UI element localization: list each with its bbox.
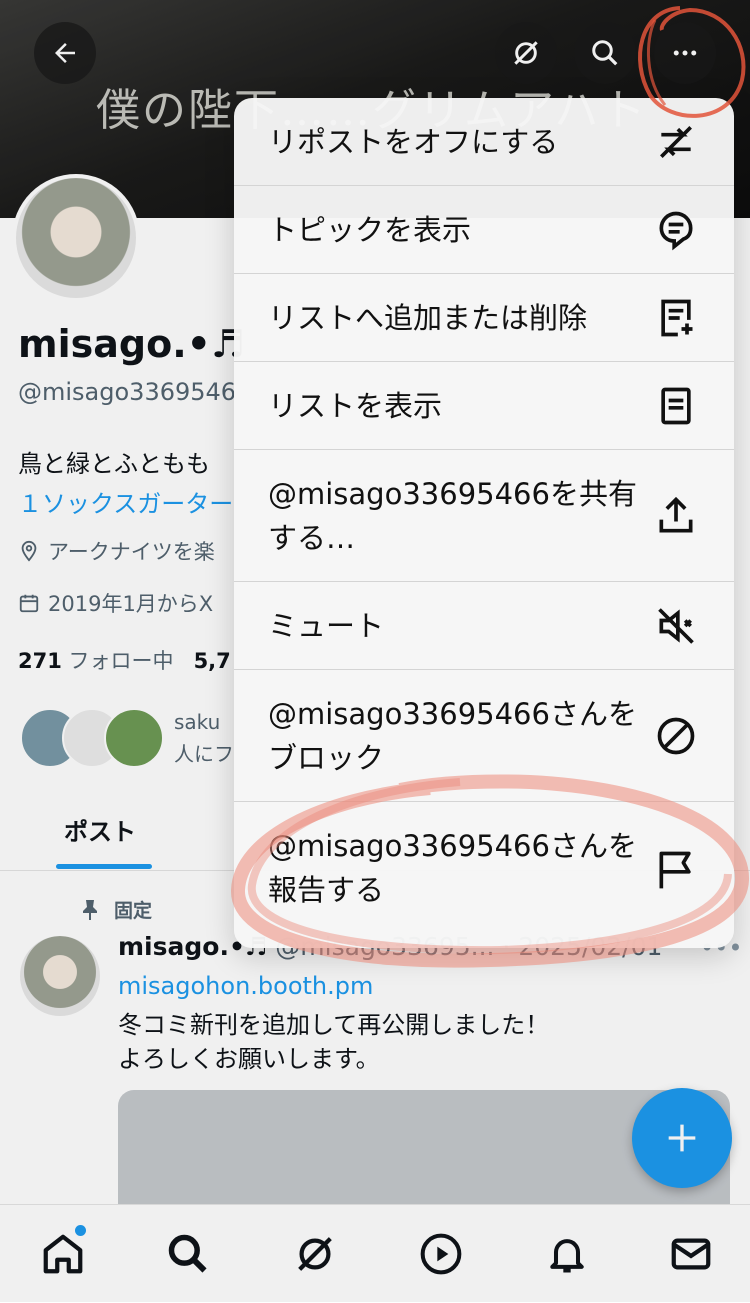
share-icon — [659, 496, 693, 533]
menu-item-list-add[interactable]: リストへ追加または削除 — [234, 274, 734, 362]
menu-item-label: トピックを表示 — [268, 213, 472, 247]
block-icon — [657, 717, 695, 755]
menu-item-label: リストを表示 — [268, 389, 443, 423]
more-menu: リポストをオフにする トピックを表示 リストへ追加または削除 リストを表示 @m… — [234, 98, 734, 948]
mute-icon — [658, 608, 694, 644]
menu-item-label: ミュート — [268, 609, 385, 643]
flag-icon — [659, 851, 691, 889]
menu-item-report[interactable]: @misago33695466さんを報告する — [234, 802, 734, 948]
menu-item-view-lists[interactable]: リストを表示 — [234, 362, 734, 450]
menu-item-block[interactable]: @misago33695466さんをブロック — [234, 670, 734, 802]
list-add-icon — [661, 299, 693, 337]
menu-item-label: リストへ追加または削除 — [268, 301, 588, 335]
list-icon — [661, 387, 691, 425]
repost-off-icon — [660, 126, 692, 158]
menu-item-label: リポストをオフにする — [268, 125, 559, 159]
menu-item-label: @misago33695466を共有する… — [268, 477, 637, 555]
menu-item-share[interactable]: @misago33695466を共有する… — [234, 450, 734, 582]
menu-item-topics[interactable]: トピックを表示 — [234, 186, 734, 274]
menu-item-label: @misago33695466さんをブロック — [268, 697, 637, 775]
topic-icon — [659, 211, 693, 251]
menu-item-repost-off[interactable]: リポストをオフにする — [234, 98, 734, 186]
menu-item-mute[interactable]: ミュート — [234, 582, 734, 670]
menu-item-label: @misago33695466さんを報告する — [268, 829, 637, 907]
